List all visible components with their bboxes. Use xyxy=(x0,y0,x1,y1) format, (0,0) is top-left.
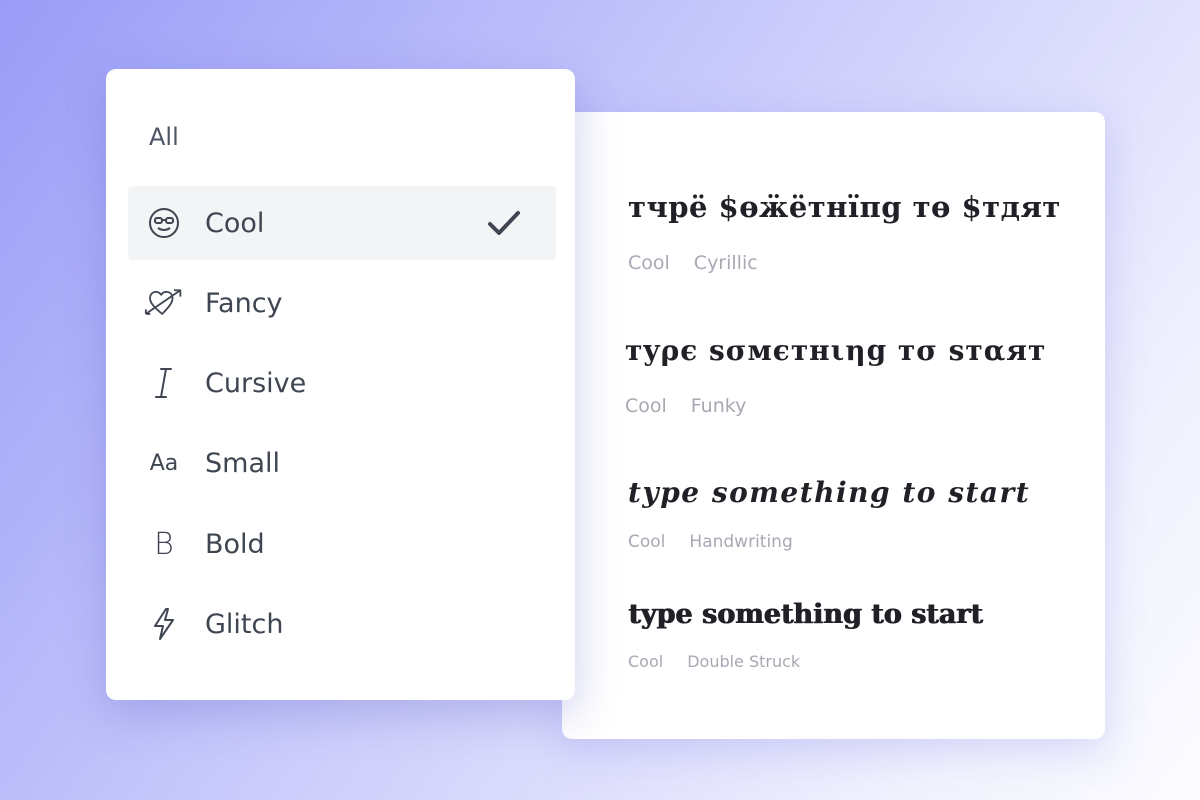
result-preview-funky[interactable]: тyρє ѕσмєтнιηg тσ ѕтαят xyxy=(625,334,1046,367)
result-tags-handwriting: Cool Handwriting xyxy=(628,532,817,552)
result-preview-handwriting[interactable]: type something to start xyxy=(628,476,1030,509)
tag-cyrillic: Cyrillic xyxy=(693,252,758,274)
result-preview-cyrillic[interactable]: тчрё $өӝётнїпg тө $тдят xyxy=(628,190,1061,224)
checkmark-icon xyxy=(486,205,522,241)
result-preview-double-struck[interactable]: type something to start xyxy=(628,599,983,630)
menu-item-cursive[interactable]: Cursive xyxy=(128,346,556,420)
menu-item-bold[interactable]: B Bold xyxy=(128,507,556,581)
tag-funky: Funky xyxy=(690,395,747,417)
tag-cool: Cool xyxy=(625,395,667,417)
category-menu: All Cool Fancy Cursive Aa Small B Bold G… xyxy=(106,69,575,700)
result-tags-cyrillic: Cool Cyrillic xyxy=(628,252,782,274)
cool-sunglasses-face-icon xyxy=(144,203,184,243)
tag-cool: Cool xyxy=(628,252,670,274)
lightning-bolt-icon xyxy=(144,604,184,644)
menu-item-label: Cursive xyxy=(205,367,307,399)
font-results-panel: тчрё $өӝётнїпg тө $тдят Cool Cyrillic тy… xyxy=(562,112,1105,739)
heart-arrow-icon xyxy=(144,283,184,323)
menu-item-label: Bold xyxy=(205,528,265,560)
result-tags-double-struck: Cool Double Struck xyxy=(628,652,824,671)
tag-handwriting: Handwriting xyxy=(689,532,793,552)
tag-cool: Cool xyxy=(628,652,664,671)
menu-item-label: Small xyxy=(205,447,280,479)
bold-b-icon: B xyxy=(144,524,184,564)
menu-item-small[interactable]: Aa Small xyxy=(128,426,556,500)
menu-item-all[interactable]: All xyxy=(149,123,179,151)
menu-item-label: Glitch xyxy=(205,608,284,640)
menu-item-glitch[interactable]: Glitch xyxy=(128,587,556,661)
menu-item-cool[interactable]: Cool xyxy=(128,186,556,260)
menu-item-label: Cool xyxy=(205,207,265,239)
result-tags-funky: Cool Funky xyxy=(625,395,770,417)
small-letters-icon: Aa xyxy=(144,443,184,483)
small-letters-glyph: Aa xyxy=(149,450,179,476)
tag-cool: Cool xyxy=(628,532,666,552)
bold-b-glyph: B xyxy=(154,526,174,562)
menu-item-label: Fancy xyxy=(205,287,283,319)
italic-i-icon xyxy=(144,363,184,403)
menu-item-fancy[interactable]: Fancy xyxy=(128,266,556,340)
tag-double-struck: Double Struck xyxy=(687,652,801,671)
